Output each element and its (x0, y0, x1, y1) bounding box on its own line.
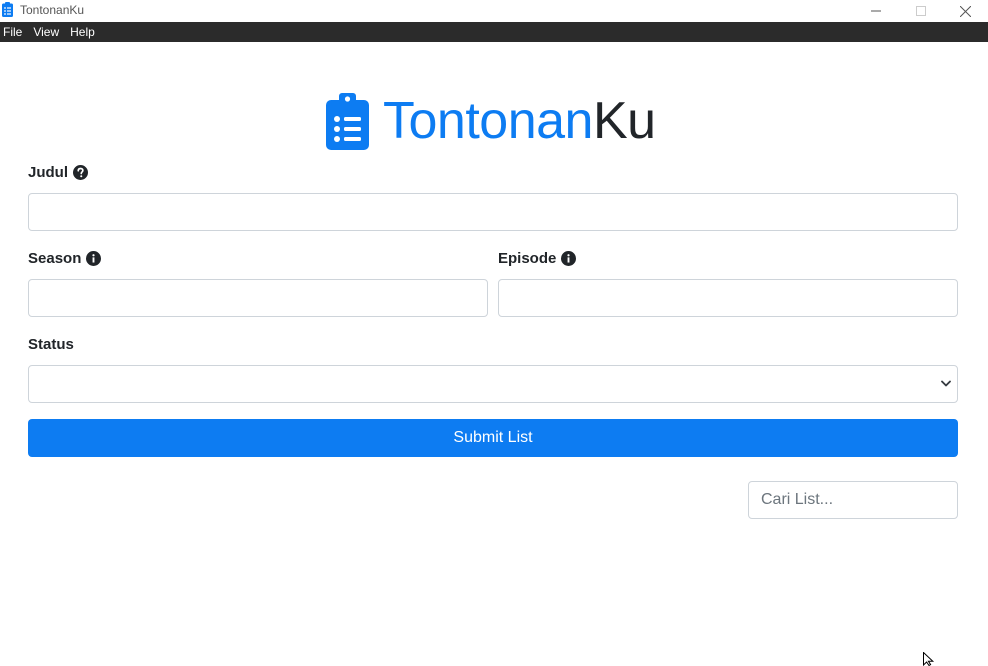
info-circle-icon[interactable] (86, 251, 102, 266)
menu-help[interactable]: Help (67, 25, 101, 39)
minimize-button[interactable] (853, 0, 899, 22)
mouse-cursor-icon (923, 652, 935, 666)
logo-text: TontonanKu (383, 92, 656, 150)
submit-button[interactable]: Submit List (28, 419, 958, 457)
maximize-icon (916, 6, 926, 16)
season-label: Season (28, 250, 82, 267)
season-label-row: Season (28, 250, 102, 267)
episode-input[interactable] (498, 279, 958, 317)
clipboard-list-icon (2, 2, 13, 17)
status-label-row: Status (28, 336, 74, 353)
close-button[interactable] (942, 0, 988, 22)
menu-file[interactable]: File (0, 25, 28, 39)
info-circle-icon[interactable] (561, 251, 577, 266)
minimize-icon (871, 10, 881, 12)
episode-label-row: Episode (498, 250, 577, 267)
menu-bar: File View Help (0, 22, 988, 42)
maximize-button[interactable] (898, 0, 944, 22)
logo-text-part2: Ku (592, 92, 656, 150)
search-input[interactable]: Cari List... (748, 481, 958, 519)
app-logo: TontonanKu (326, 92, 656, 150)
judul-input[interactable] (28, 193, 958, 231)
judul-label: Judul (28, 164, 68, 181)
close-icon (959, 5, 971, 17)
logo-text-part1: Tontonan (383, 92, 593, 150)
window-title: TontonanKu (20, 3, 85, 17)
season-input[interactable] (28, 279, 488, 317)
title-bar: TontonanKu (0, 0, 988, 22)
question-circle-icon[interactable] (73, 165, 88, 180)
chevron-down-icon (941, 380, 951, 387)
status-label: Status (28, 336, 74, 353)
episode-label: Episode (498, 250, 557, 267)
judul-label-row: Judul (28, 164, 88, 181)
menu-view[interactable]: View (30, 25, 65, 39)
clipboard-list-icon (326, 93, 369, 150)
status-select[interactable] (28, 365, 958, 403)
